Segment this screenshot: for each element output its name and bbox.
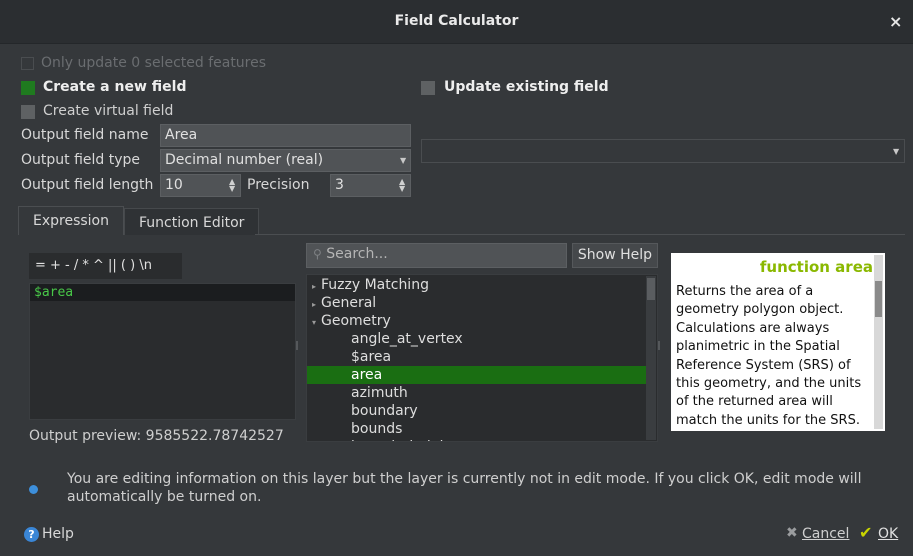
cancel-icon: ✖ bbox=[786, 525, 798, 541]
info-icon bbox=[29, 485, 38, 494]
only-update-selected-label: Only update 0 selected features bbox=[41, 55, 267, 71]
help-line: match the units for the SRS. bbox=[676, 412, 860, 428]
splitter-handle[interactable] bbox=[658, 341, 660, 350]
tree-scrollbar-thumb[interactable] bbox=[647, 278, 655, 300]
help-panel: function area Returns the area of a geom… bbox=[671, 253, 885, 431]
output-field-length-label: Output field length bbox=[21, 177, 154, 193]
help-line: of the returned area will bbox=[676, 394, 833, 410]
help-line: Calculations are always bbox=[676, 320, 830, 336]
chevron-down-icon: ▼ bbox=[893, 147, 900, 156]
ok-button-label: OK bbox=[878, 526, 899, 542]
search-placeholder: Search... bbox=[326, 246, 388, 262]
precision-spinbox[interactable]: 3 ▲ ▼ bbox=[330, 174, 411, 197]
create-virtual-field-checkbox[interactable] bbox=[21, 105, 35, 119]
tree-item[interactable]: bounds bbox=[307, 420, 657, 438]
expression-line[interactable]: $area bbox=[30, 284, 295, 301]
output-field-name-label: Output field name bbox=[21, 127, 149, 143]
tree-scrollbar[interactable] bbox=[646, 276, 656, 440]
help-scrollbar[interactable] bbox=[874, 255, 883, 429]
output-field-type-select[interactable]: Decimal number (real) ▼ bbox=[160, 149, 411, 172]
help-body: Returns the area of a geometry polygon o… bbox=[671, 276, 885, 430]
precision-value: 3 bbox=[335, 177, 344, 193]
expression-editor[interactable]: $area bbox=[29, 283, 296, 420]
help-scrollbar-thumb[interactable] bbox=[875, 281, 882, 317]
help-line: geometry polygon object. bbox=[676, 302, 844, 318]
create-new-field-label[interactable]: Create a new field bbox=[43, 79, 186, 95]
show-help-button[interactable]: Show Help bbox=[572, 243, 658, 268]
ok-button[interactable]: ✔ OK bbox=[858, 523, 904, 545]
tree-item[interactable]: azimuth bbox=[307, 384, 657, 402]
window-title: Field Calculator bbox=[394, 13, 519, 29]
create-virtual-field-label[interactable]: Create virtual field bbox=[43, 103, 173, 119]
tree-item[interactable]: bounds_height bbox=[307, 438, 657, 441]
tab-expression-label: Expression bbox=[33, 213, 109, 229]
only-update-selected-checkbox bbox=[21, 57, 34, 70]
function-tree[interactable]: ▸ Fuzzy Matching ▸ General ▾ Geometry angle… bbox=[306, 274, 658, 442]
precision-label: Precision bbox=[247, 177, 310, 193]
tab-function-editor-label: Function Editor bbox=[139, 215, 245, 231]
output-field-type-label: Output field type bbox=[21, 152, 141, 168]
tab-expression[interactable]: Expression bbox=[18, 206, 124, 235]
output-field-name-input[interactable]: Area bbox=[160, 124, 411, 147]
update-existing-field-label[interactable]: Update existing field bbox=[444, 79, 609, 95]
edit-mode-message: You are editing information on this laye… bbox=[67, 470, 861, 506]
chevron-down-icon: ▼ bbox=[400, 156, 407, 165]
splitter-handle[interactable] bbox=[296, 341, 298, 350]
create-new-field-checkbox[interactable] bbox=[21, 81, 35, 95]
edit-mode-message-line: automatically be turned on. bbox=[67, 489, 262, 505]
cancel-button[interactable]: ✖ Cancel bbox=[783, 525, 849, 545]
output-field-length-spinbox[interactable]: 10 ▲ ▼ bbox=[160, 174, 241, 197]
help-line: Reference System (SRS) of bbox=[676, 357, 851, 373]
tree-group-fuzzy-matching[interactable]: ▸ Fuzzy Matching bbox=[307, 276, 657, 294]
spin-arrows-icon[interactable]: ▲ ▼ bbox=[399, 178, 405, 193]
help-line: this geometry, and the units bbox=[676, 376, 862, 392]
checkmark-icon: ✔ bbox=[859, 523, 873, 542]
update-existing-field-checkbox[interactable] bbox=[421, 81, 435, 95]
tree-item[interactable]: $area bbox=[307, 348, 657, 366]
tree-item-selected[interactable]: area bbox=[307, 366, 646, 384]
tree-item[interactable]: boundary bbox=[307, 402, 657, 420]
existing-field-select[interactable]: ▼ bbox=[421, 139, 905, 163]
function-search-input[interactable]: ⚲ Search... bbox=[306, 243, 567, 268]
tree-item[interactable]: angle_at_vertex bbox=[307, 330, 657, 348]
edit-mode-message-line: You are editing information on this laye… bbox=[67, 471, 862, 487]
output-preview: Output preview: 9585522.78742527 bbox=[29, 428, 284, 444]
tree-group-general[interactable]: ▸ General bbox=[307, 294, 657, 312]
tree-group-geometry[interactable]: ▾ Geometry bbox=[307, 312, 657, 330]
spin-arrows-icon[interactable]: ▲ ▼ bbox=[229, 178, 235, 193]
help-button-label: Help bbox=[42, 526, 74, 542]
search-icon: ⚲ bbox=[313, 247, 322, 261]
help-title: function area bbox=[759, 258, 873, 276]
output-field-length-value: 10 bbox=[165, 177, 183, 193]
close-icon[interactable]: × bbox=[889, 12, 902, 31]
tab-baseline bbox=[255, 234, 905, 235]
operators-toolbar[interactable]: = + - / * ^ || ( ) \n bbox=[29, 253, 182, 279]
help-circle-icon: ? bbox=[24, 527, 39, 542]
chevron-down-icon: ▾ bbox=[311, 318, 316, 327]
tab-function-editor[interactable]: Function Editor bbox=[124, 208, 260, 235]
output-field-type-value: Decimal number (real) bbox=[165, 152, 324, 168]
help-line: planimetric in the Spatial bbox=[676, 339, 840, 355]
help-line: Returns the area of a bbox=[676, 284, 814, 299]
cancel-button-label: Cancel bbox=[802, 526, 850, 542]
